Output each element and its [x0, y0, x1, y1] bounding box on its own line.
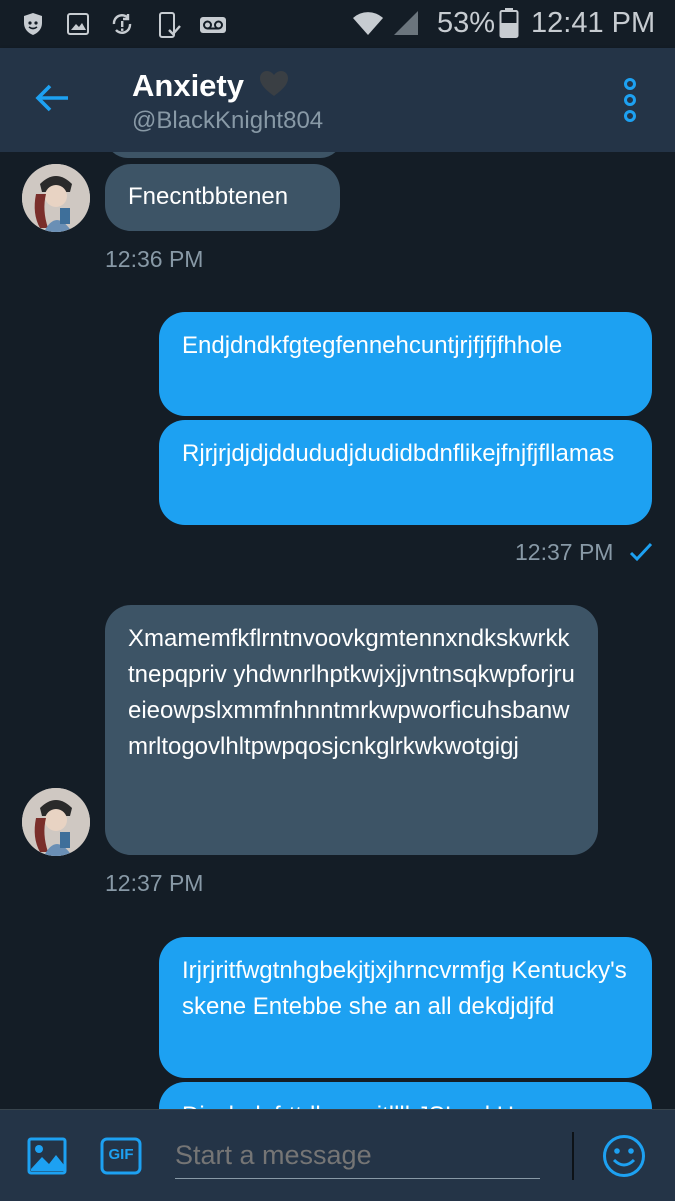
message-bubble-outgoing[interactable]: Irjrjritfwgtnhgbekjtjxjhrncvrmfjg Kentuc… [159, 937, 652, 1078]
wifi-icon [352, 10, 384, 41]
message-bubble-incoming-partial[interactable] [105, 152, 343, 158]
message-bubble-incoming[interactable]: Fnecntbbtenen [105, 164, 340, 231]
message-bubble-outgoing-partial[interactable]: Djrrdndnfrttdbennritllll JSIcnd Hv [159, 1082, 652, 1109]
message-bubble-incoming[interactable]: Xmamemfkflrntnvoovkgmtennxndkskwrkktnepq… [105, 605, 598, 855]
conversation-title[interactable]: Anxiety [132, 68, 289, 106]
shield-icon [22, 12, 44, 41]
signal-icon [392, 10, 420, 41]
sent-check-icon [629, 542, 653, 567]
message-bubble-outgoing[interactable]: Rjrjrjdjdjddududjdudidbdnflikejfnjfjflla… [159, 420, 652, 525]
conversation-header: Anxiety @BlackKnight804 [0, 48, 675, 152]
battery-icon [499, 8, 519, 43]
back-arrow-icon[interactable] [34, 82, 70, 119]
composer-divider [572, 1132, 574, 1180]
battery-percent: 53% [437, 7, 496, 39]
avatar[interactable] [22, 164, 90, 232]
image-picker-icon[interactable] [27, 1137, 67, 1180]
message-timestamp: 12:36 PM [105, 246, 204, 272]
message-timestamp: 12:37 PM [515, 539, 614, 565]
message-list[interactable]: Fnecntbbtenen 12:36 PM Endjdndkfgtegfenn… [0, 152, 675, 1109]
status-bar: 53% 12:41 PM [0, 0, 675, 48]
gallery-icon [66, 12, 90, 41]
message-timestamp: 12:37 PM [105, 870, 204, 896]
phone-check-icon [157, 12, 181, 43]
message-composer: GIF [0, 1109, 675, 1201]
black-heart-icon [259, 70, 289, 106]
contact-handle: @BlackKnight804 [132, 107, 324, 134]
clock: 12:41 PM [531, 7, 656, 39]
avatar[interactable] [22, 788, 90, 856]
message-input[interactable] [175, 1132, 540, 1179]
more-options-icon[interactable] [620, 78, 640, 127]
emoji-icon[interactable] [602, 1134, 646, 1183]
gif-label: GIF [108, 1146, 134, 1163]
contact-name: Anxiety [132, 68, 244, 103]
message-bubble-outgoing[interactable]: Endjdndkfgtegfennehcuntjrjfjfjfhhole [159, 312, 652, 416]
gif-icon[interactable]: GIF [100, 1137, 142, 1175]
voicemail-icon [199, 16, 227, 39]
sync-alert-icon [110, 12, 136, 41]
